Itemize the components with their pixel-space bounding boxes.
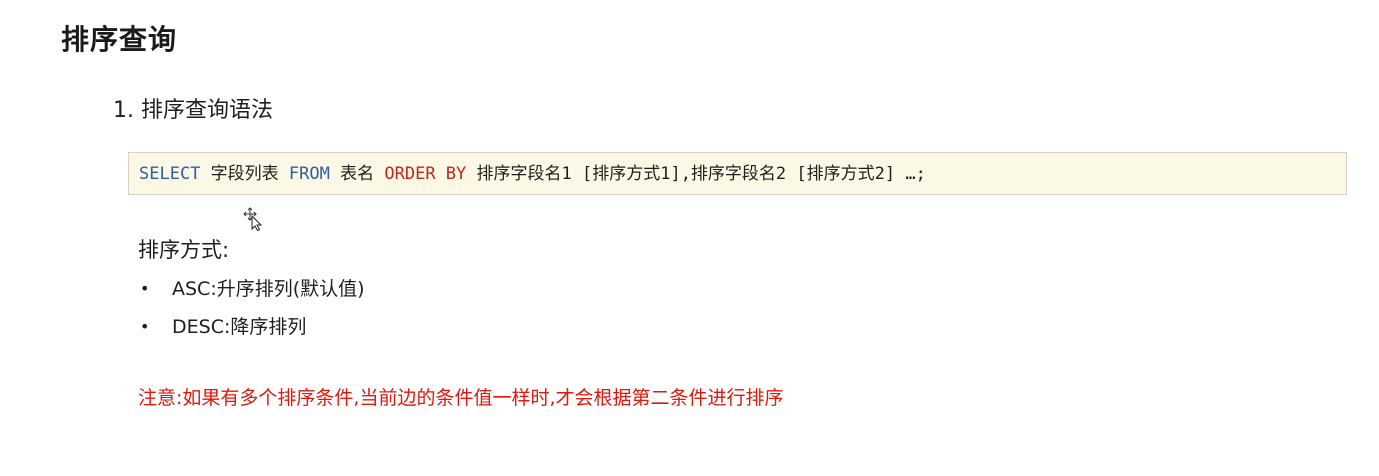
code-field-list: 字段列表 <box>210 164 279 184</box>
code-sort-fields: 排序字段名1 [排序方式1],排序字段名2 [排序方式2] …; <box>476 164 926 184</box>
sql-syntax-code-block: SELECT 字段列表 FROM 表名 ORDER BY 排序字段名1 [排序方… <box>128 152 1347 195</box>
list-item: • ASC:升序排列(默认值) <box>138 274 365 312</box>
bullet-icon: • <box>140 279 150 298</box>
document-page: 排序查询 1. 排序查询语法 SELECT 字段列表 FROM 表名 ORDER… <box>0 0 1379 476</box>
sort-methods-label: 排序方式: <box>138 238 230 262</box>
mouse-move-cursor-icon <box>243 207 263 231</box>
code-keyword-from: FROM <box>288 164 330 184</box>
list-item-text: DESC:降序排列 <box>172 316 307 338</box>
list-item: • DESC:降序排列 <box>138 312 365 350</box>
code-keyword-order-by: ORDER BY <box>384 164 467 184</box>
code-table-name: 表名 <box>340 164 375 184</box>
list-item-text: ASC:升序排列(默认值) <box>172 278 365 300</box>
bullet-icon: • <box>140 317 150 336</box>
section-heading: 1. 排序查询语法 <box>113 98 273 123</box>
code-keyword-select: SELECT <box>139 164 201 184</box>
sort-methods-list: • ASC:升序排列(默认值) • DESC:降序排列 <box>138 274 365 350</box>
warning-note: 注意:如果有多个排序条件,当前边的条件值一样时,才会根据第二条件进行排序 <box>138 387 784 409</box>
page-title: 排序查询 <box>61 23 178 56</box>
